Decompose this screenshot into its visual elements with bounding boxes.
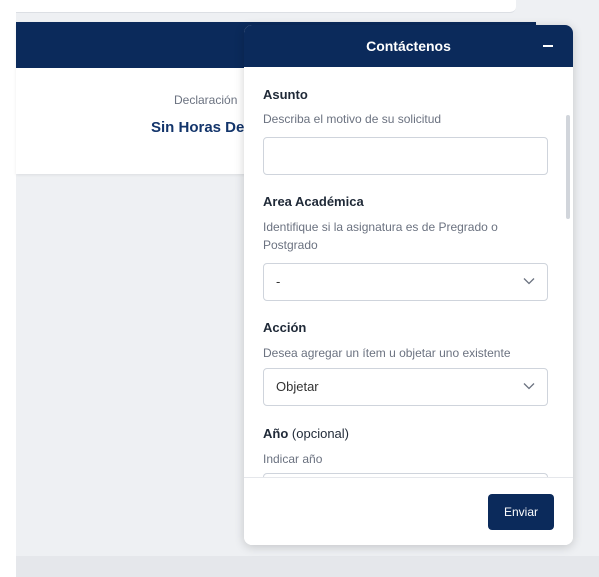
minus-icon [543,45,553,48]
asunto-input[interactable] [263,137,548,175]
contact-form: Asunto Describa el motivo de su solicitu… [244,67,573,477]
area-select[interactable]: - [263,263,548,301]
chevron-down-icon [523,278,535,285]
anio-label: Año (opcional) [263,426,349,441]
area-label: Area Académica [263,194,364,209]
contact-panel-header: Contáctenos [244,25,573,67]
anio-label-text: Año [263,426,289,441]
accion-select-value: Objetar [276,379,319,394]
asunto-label: Asunto [263,87,308,102]
asunto-help: Describa el motivo de su solicitud [263,112,442,126]
contact-panel-title: Contáctenos [366,38,451,54]
form-scrollbar[interactable] [565,71,571,471]
send-button[interactable]: Enviar [488,494,554,530]
contact-panel: Contáctenos Asunto Describa el motivo de… [244,25,573,545]
form-scrollbar-thumb[interactable] [566,115,570,219]
declaration-label: Declaración [174,93,238,107]
anio-optional-text: (opcional) [291,426,349,441]
accion-select[interactable]: Objetar [263,368,548,406]
contact-panel-footer: Enviar [244,477,573,545]
accion-label: Acción [263,320,307,335]
minimize-button[interactable] [533,31,563,61]
top-card-edge [16,0,516,13]
page-bottom-strip [16,556,599,577]
declaration-value: Sin Horas De [151,119,245,136]
anio-help: Indicar año [263,452,323,466]
accion-help: Desea agregar un ítem u objetar uno exis… [263,346,511,360]
area-select-value: - [276,274,281,289]
chevron-down-icon [523,383,535,390]
area-help: Identifique si la asignatura es de Pregr… [263,220,498,252]
